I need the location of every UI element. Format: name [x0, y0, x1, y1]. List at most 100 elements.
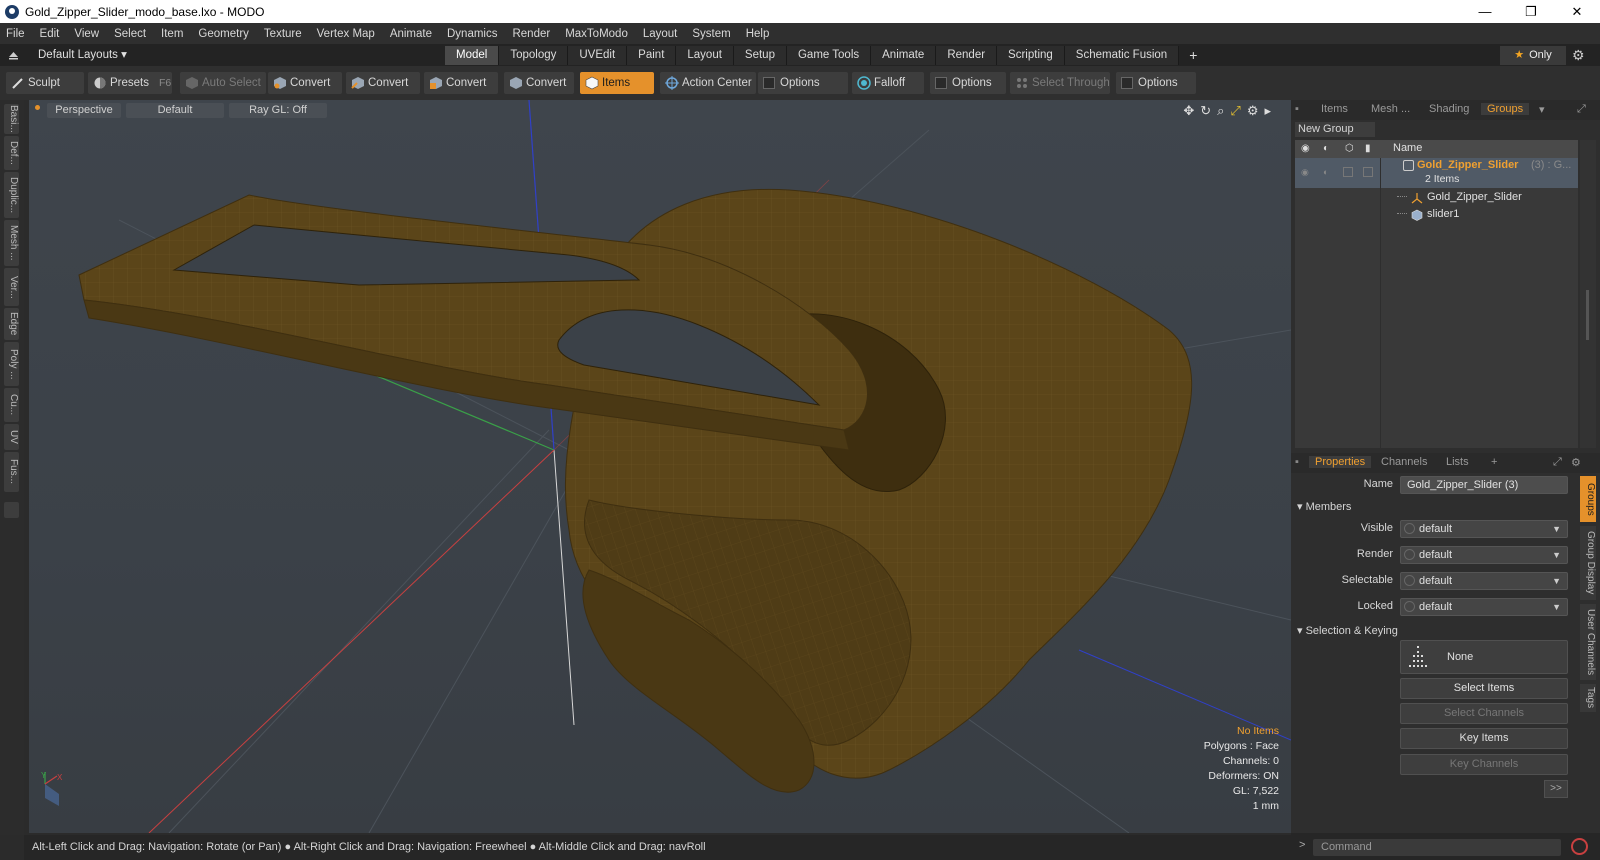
viewport-settings-icon[interactable]: ⚙ [1247, 103, 1265, 118]
tab-items[interactable]: Items [1321, 103, 1348, 115]
tab-lists[interactable]: Lists [1446, 456, 1469, 468]
options-button-1[interactable]: Options [758, 72, 848, 94]
tree-scrollbar[interactable] [1580, 140, 1596, 448]
tab-setup[interactable]: Setup [733, 46, 787, 65]
add-tab-button[interactable]: + [1179, 46, 1207, 65]
options-button-2[interactable]: Options [930, 72, 1006, 94]
tab-game-tools[interactable]: Game Tools [786, 46, 872, 65]
visible-dropdown[interactable]: default ▼ [1400, 520, 1568, 538]
left-tab-curve[interactable]: Cu... [4, 388, 19, 422]
menu-item[interactable]: Item [161, 28, 183, 40]
tabs-dropdown-icon[interactable]: ▾ [1539, 103, 1545, 116]
action-center-button[interactable]: Action Center [660, 72, 756, 94]
properties-menu-icon[interactable]: ▪ [1295, 456, 1299, 468]
vtab-group-display[interactable]: Group Display [1580, 526, 1596, 600]
select-col-icon[interactable]: ⬡ [1345, 143, 1354, 154]
zipper-slider-model[interactable] [78, 188, 1193, 793]
sculpt-button[interactable]: Sculpt [6, 72, 84, 94]
tab-topology[interactable]: Topology [499, 46, 569, 65]
collapse-keying-icon[interactable]: ▾ [1297, 625, 1306, 637]
tab-paint[interactable]: Paint [627, 46, 677, 65]
left-tab-expand[interactable] [4, 502, 19, 518]
viewport-menu-dot-icon[interactable] [35, 105, 40, 110]
tab-properties[interactable]: Properties [1309, 456, 1372, 468]
selectable-dropdown[interactable]: default ▼ [1400, 572, 1568, 590]
key-items-button[interactable]: Key Items [1400, 728, 1568, 749]
vtab-groups[interactable]: Groups [1580, 476, 1596, 522]
select-through-button[interactable]: Select Through [1010, 72, 1110, 94]
render-dropdown[interactable]: default ▼ [1400, 546, 1568, 564]
tab-animate[interactable]: Animate [871, 46, 937, 65]
tab-channels[interactable]: Channels [1381, 456, 1427, 468]
left-tab-mesh[interactable]: Mesh ... [4, 220, 19, 266]
members-section[interactable]: ▾ Members [1297, 500, 1351, 513]
raygl-toggle[interactable]: Ray GL: Off [229, 103, 327, 118]
menu-file[interactable]: File [6, 28, 25, 40]
menu-dynamics[interactable]: Dynamics [447, 28, 497, 40]
move-view-icon[interactable]: ✥ [1183, 103, 1200, 118]
auto-select-button[interactable]: Auto Select [180, 72, 266, 94]
command-input[interactable]: Command [1313, 839, 1561, 856]
minimize-button[interactable]: — [1462, 0, 1508, 23]
presets-button[interactable]: Presets F6 [88, 72, 172, 94]
left-tab-uv[interactable]: UV [4, 424, 19, 450]
record-macro-icon[interactable] [1571, 838, 1588, 855]
options-checkbox-3[interactable] [1121, 77, 1133, 89]
menu-vertex-map[interactable]: Vertex Map [317, 28, 375, 40]
convert-button-3[interactable]: Convert [424, 72, 498, 94]
panel-expand-icon[interactable]: ⤢ [1577, 103, 1586, 116]
panel-menu-icon[interactable]: ▪ [1295, 103, 1299, 115]
select-items-button[interactable]: Select Items [1400, 678, 1568, 699]
tab-mesh[interactable]: Mesh ... [1371, 103, 1410, 115]
only-toggle[interactable]: ★ Only [1500, 46, 1566, 65]
tab-layout[interactable]: Layout [676, 46, 734, 65]
locked-dropdown[interactable]: default ▼ [1400, 598, 1568, 616]
rotate-view-icon[interactable]: ↻ [1200, 103, 1217, 118]
tab-model[interactable]: Model [445, 46, 500, 65]
name-field[interactable]: Gold_Zipper_Slider (3) [1400, 476, 1568, 494]
view-type-dropdown[interactable]: Perspective [47, 103, 121, 118]
properties-expand-icon[interactable]: ⤢ [1553, 456, 1562, 469]
more-button[interactable]: >> [1544, 780, 1568, 798]
menu-texture[interactable]: Texture [264, 28, 302, 40]
zoom-view-icon[interactable]: ⌕ [1217, 103, 1230, 118]
left-tab-vertex[interactable]: Ver... [4, 268, 19, 306]
add-properties-tab-button[interactable]: + [1491, 456, 1497, 468]
tab-groups[interactable]: Groups [1481, 103, 1530, 115]
left-tab-duplicate[interactable]: Duplic... [4, 172, 19, 218]
menu-edit[interactable]: Edit [40, 28, 60, 40]
viewport-scene[interactable] [29, 100, 1291, 833]
3d-viewport[interactable]: Perspective Default Ray GL: Off ✥↻⌕⤢⚙▸ Y… [29, 100, 1291, 833]
tab-scripting[interactable]: Scripting [997, 46, 1065, 65]
menu-render[interactable]: Render [512, 28, 550, 40]
vtab-tags[interactable]: Tags [1580, 684, 1596, 712]
key-channels-button[interactable]: Key Channels [1400, 754, 1568, 775]
maximize-button[interactable]: ❐ [1508, 0, 1554, 23]
render-col-icon[interactable]: ◐ [1323, 143, 1329, 154]
tab-uvedit[interactable]: UVEdit [568, 46, 628, 65]
left-tab-deform[interactable]: Def... [4, 136, 19, 170]
collapse-arrow-icon[interactable] [8, 49, 19, 60]
select-channels-button[interactable]: Select Channels [1400, 703, 1568, 724]
menu-animate[interactable]: Animate [390, 28, 432, 40]
properties-gear-icon[interactable]: ⚙ [1571, 456, 1581, 469]
convert-button-4[interactable]: Convert [504, 72, 574, 94]
gear-icon[interactable]: ⚙ [1572, 47, 1585, 64]
tab-schematic-fusion[interactable]: Schematic Fusion [1064, 46, 1180, 65]
vtab-user-channels[interactable]: User Channels [1580, 604, 1596, 680]
tab-shading[interactable]: Shading [1429, 103, 1469, 115]
menu-system[interactable]: System [692, 28, 730, 40]
visibility-col-icon[interactable]: ◉ [1301, 143, 1310, 154]
menu-geometry[interactable]: Geometry [198, 28, 249, 40]
falloff-button[interactable]: Falloff [852, 72, 924, 94]
convert-button-2[interactable]: Convert [346, 72, 420, 94]
shading-dropdown[interactable]: Default [126, 103, 224, 118]
name-column-header[interactable]: Name [1393, 142, 1422, 154]
tab-render[interactable]: Render [936, 46, 998, 65]
menu-view[interactable]: View [74, 28, 99, 40]
lock-col-icon[interactable]: ▮ [1365, 143, 1371, 154]
convert-button-1[interactable]: Convert [268, 72, 342, 94]
menu-layout[interactable]: Layout [643, 28, 678, 40]
scrollbar-thumb[interactable] [1586, 290, 1589, 340]
menu-select[interactable]: Select [114, 28, 146, 40]
